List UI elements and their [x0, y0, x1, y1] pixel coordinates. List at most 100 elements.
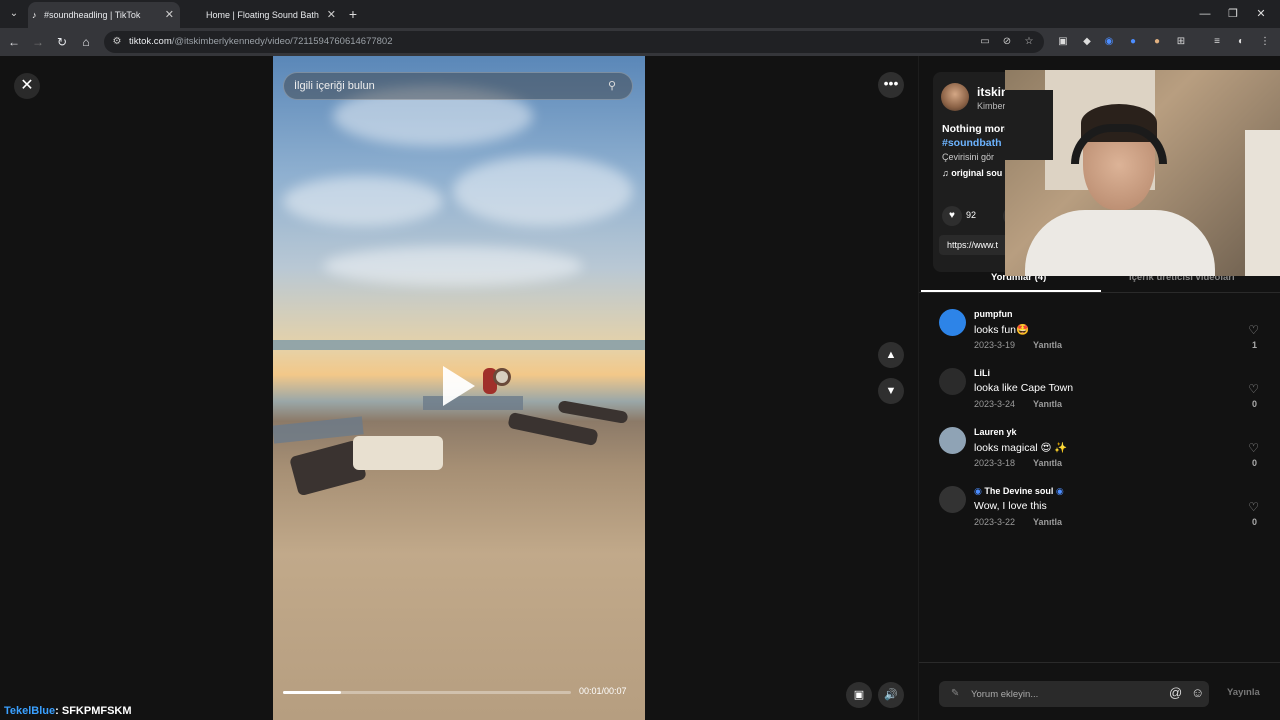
more-options-button[interactable]: ••• [878, 72, 904, 98]
reply-button[interactable]: Yanıtla [1033, 399, 1062, 409]
comment-text: looka like Cape Town [974, 382, 1074, 394]
extension-icon[interactable]: ◆ [1080, 35, 1094, 49]
eye-off-icon[interactable]: ⊘ [1000, 35, 1014, 49]
new-tab-button[interactable]: + [344, 5, 362, 23]
extension-icon[interactable]: ● [1150, 35, 1164, 49]
tab-close-icon[interactable]: ✕ [165, 2, 174, 28]
comment-like-count: 0 [1251, 399, 1257, 409]
sky-cloud [323, 246, 583, 286]
music-link[interactable]: ♫ original sou [942, 168, 1002, 178]
comment-date: 2023-3-24 [974, 399, 1016, 409]
comment-like-count: 0 [1251, 517, 1257, 527]
stream-chat-message: TekelBlue: SFKPMFSKM [0, 702, 132, 720]
browser-tab-tiktok[interactable]: ♪ #soundheadling | TikTok ✕ [28, 2, 180, 28]
menu-icon[interactable]: ⋮ [1258, 35, 1272, 49]
sky-cloud [453, 156, 633, 226]
star-icon[interactable]: ☆ [1022, 35, 1036, 49]
extension-icon[interactable]: ▣ [1056, 35, 1070, 49]
comment-avatar[interactable] [939, 486, 966, 513]
comment-avatar[interactable] [939, 427, 966, 454]
comment-input-box[interactable]: ✎ @ ☺ [939, 681, 1209, 707]
reply-button[interactable]: Yanıtla [1033, 517, 1062, 527]
post-comment-button[interactable]: Yayınla [1227, 687, 1260, 698]
browser-tabbar: ⌄ ♪ #soundheadling | TikTok ✕ Home | Flo… [0, 0, 1280, 28]
window-close-icon[interactable]: ✕ [1252, 5, 1270, 23]
comment-username[interactable]: ◉ The Devine soul ◉ [974, 486, 1064, 497]
pip-button[interactable]: ▣ [846, 682, 872, 708]
emoji-icon[interactable]: ☺ [1191, 685, 1207, 703]
reply-button[interactable]: Yanıtla [1033, 458, 1062, 468]
play-icon[interactable] [443, 366, 475, 406]
comment-item: LiLi looka like Cape Town 2023-3-24 Yanı… [939, 366, 1269, 416]
home-icon[interactable]: ⌂ [77, 33, 95, 51]
reply-button[interactable]: Yanıtla [1033, 340, 1062, 350]
beach-mat [273, 416, 364, 444]
verified-icon: ◉ [974, 486, 985, 496]
streamer-webcam [1005, 70, 1280, 276]
monitor [1005, 90, 1053, 160]
video-player[interactable]: ⚲ 00:01/00:07 [273, 56, 645, 720]
heart-icon: ♥ [942, 206, 962, 226]
minimize-icon[interactable]: — [1196, 5, 1214, 23]
comment-date: 2023-3-19 [974, 340, 1016, 350]
like-button[interactable]: ♥ 92 [942, 206, 976, 226]
comment-username[interactable]: LiLi [974, 368, 990, 378]
browser-tab-floating-sound-bath[interactable]: Home | Floating Sound Bath ✕ [186, 2, 342, 28]
reload-icon[interactable]: ↻ [53, 33, 71, 51]
video-description: Nothing more [942, 123, 1011, 135]
comment-avatar[interactable] [939, 368, 966, 395]
media-icon[interactable]: ≡ [1210, 35, 1224, 49]
profile-icon[interactable]: ◐ [1234, 35, 1248, 49]
comment-date: 2023-3-18 [974, 458, 1016, 468]
tiktok-favicon-icon: ♪ [32, 10, 37, 20]
video-time: 00:01/00:07 [579, 686, 627, 696]
chat-text: : SFKPMFSKM [55, 705, 132, 717]
comment-username[interactable]: Lauren yk [974, 427, 1017, 437]
comment-item: pumpfun looks fun🤩 2023-3-19 Yanıtla ♡ 1 [939, 307, 1269, 357]
volume-button[interactable]: 🔊 [878, 682, 904, 708]
video-progress-bar[interactable] [283, 691, 571, 694]
puzzle-icon[interactable]: ⊞ [1174, 35, 1188, 49]
comment-avatar[interactable] [939, 309, 966, 336]
comment-like-count: 1 [1251, 340, 1257, 350]
extension-icon[interactable]: ● [1126, 35, 1140, 49]
video-search-bar[interactable]: ⚲ [283, 72, 633, 100]
sky-cloud [283, 176, 443, 226]
person-lying [507, 411, 599, 447]
back-icon[interactable]: ← [5, 33, 23, 51]
site-info-icon[interactable]: ⚙ [110, 35, 124, 49]
comment-like-count: 0 [1251, 458, 1257, 468]
comment-input[interactable] [971, 681, 1151, 707]
hashtag-link[interactable]: #soundbath [942, 137, 1002, 149]
author-subtitle: Kimber [977, 101, 1006, 111]
like-count: 92 [966, 210, 977, 220]
author-avatar[interactable] [941, 83, 969, 111]
previous-video-button[interactable]: ▲ [878, 342, 904, 368]
extension-icon[interactable]: ◉ [1102, 35, 1116, 49]
forward-icon[interactable]: → [29, 33, 47, 51]
progress-fill [283, 691, 341, 694]
address-bar[interactable]: ⚙ tiktok.com/@itskimberlykennedy/video/7… [104, 31, 1044, 53]
video-search-input[interactable] [294, 73, 594, 99]
comment-heart-icon[interactable]: ♡ [1248, 500, 1259, 514]
tab-close-icon[interactable]: ✕ [327, 2, 336, 28]
tab-search-icon[interactable]: ⌄ [6, 6, 22, 22]
comment-username[interactable]: pumpfun [974, 309, 1013, 319]
maximize-icon[interactable]: ❐ [1224, 5, 1242, 23]
close-video-button[interactable]: ✕ [14, 73, 40, 99]
next-video-button[interactable]: ▼ [878, 378, 904, 404]
comment-text: looks fun🤩 [974, 324, 1030, 336]
browser-toolbar: ← → ↻ ⌂ ⚙ tiktok.com/@itskimberlykennedy… [0, 28, 1280, 56]
search-icon[interactable]: ⚲ [608, 79, 622, 93]
door [1245, 130, 1280, 276]
comment-text: looks magical 😍 ✨ [974, 442, 1068, 454]
comment-heart-icon[interactable]: ♡ [1248, 382, 1259, 396]
mention-icon[interactable]: @ [1169, 685, 1185, 703]
comment-heart-icon[interactable]: ♡ [1248, 323, 1259, 337]
address-url: tiktok.com/@itskimberlykennedy/video/721… [129, 36, 393, 47]
see-translation-link[interactable]: Çevirisini gör [942, 152, 994, 162]
comment-heart-icon[interactable]: ♡ [1248, 441, 1259, 455]
person-lying [557, 400, 629, 424]
cast-icon[interactable]: ▭ [978, 35, 992, 49]
chat-username: TekelBlue [4, 705, 56, 717]
